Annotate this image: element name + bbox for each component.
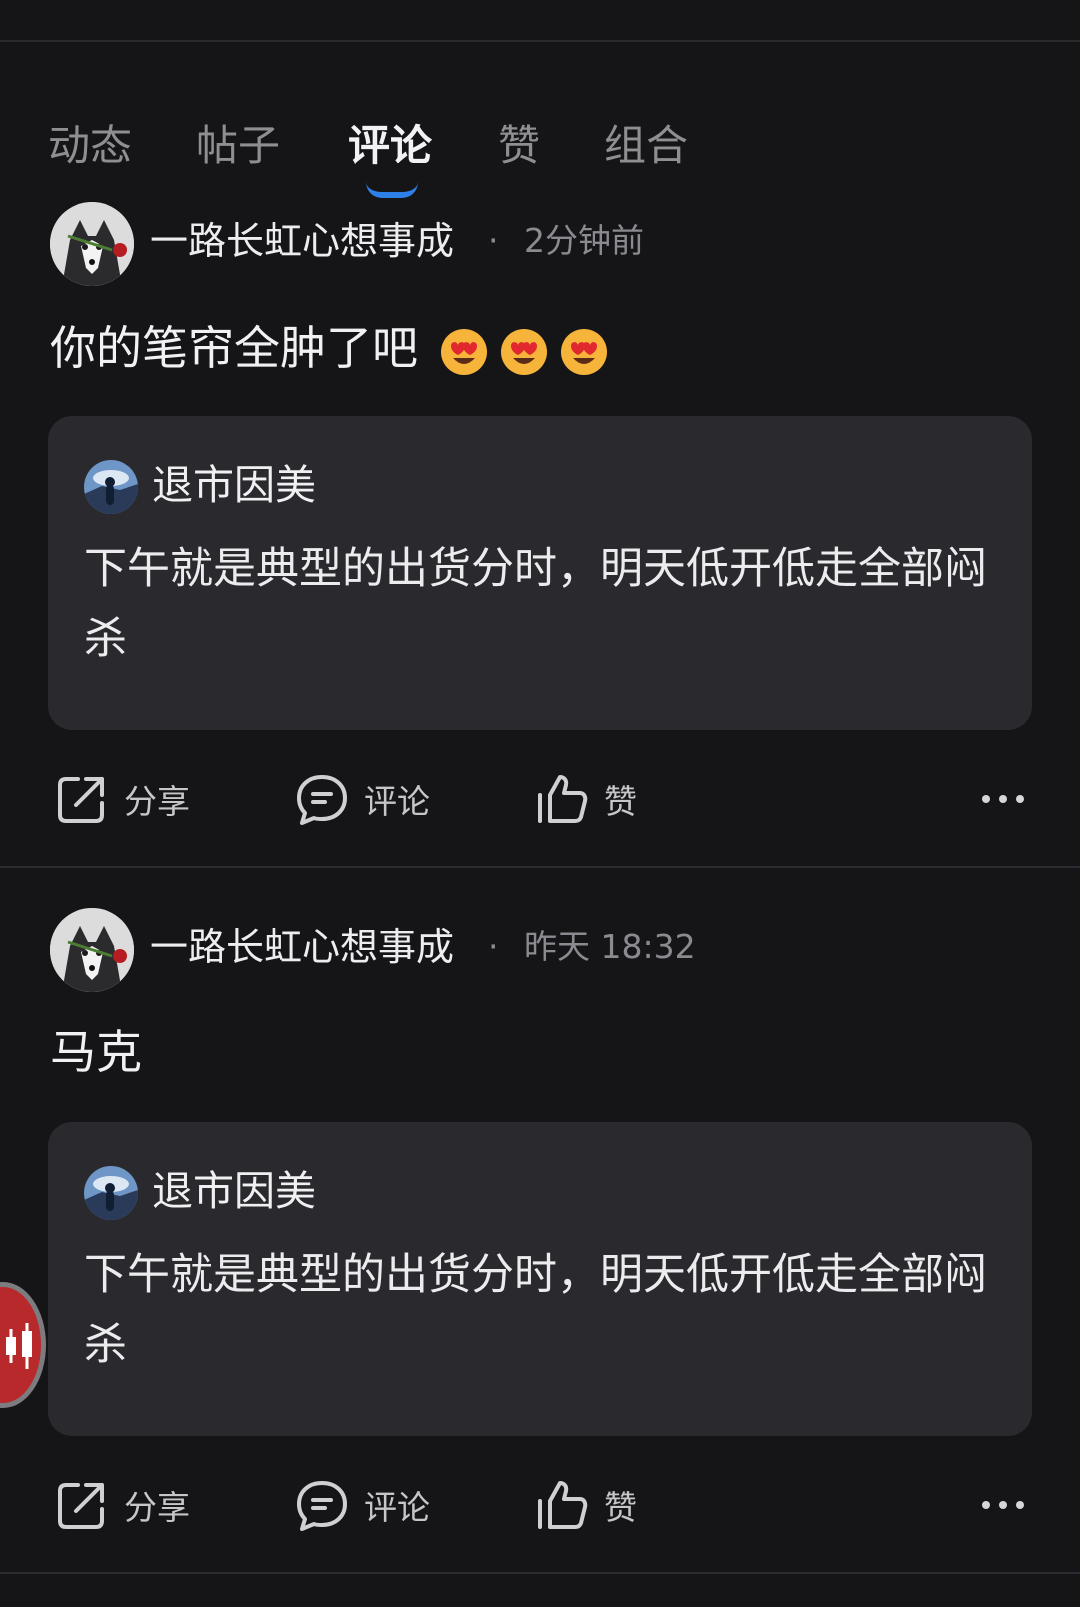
share-button[interactable]: 分享 — [54, 754, 190, 844]
like-button[interactable]: 赞 — [534, 1460, 637, 1550]
thumbs-up-icon — [538, 1481, 588, 1529]
more-icon-dot — [999, 795, 1007, 803]
tab-bar: 动态 帖子 评论 赞 组合 — [0, 44, 1080, 198]
tab-activity[interactable]: 动态 — [48, 116, 132, 176]
comment-label: 评论 — [364, 782, 430, 821]
like-label: 赞 — [604, 782, 637, 821]
share-icon — [58, 777, 104, 823]
avatar[interactable] — [50, 202, 134, 286]
more-icon-dot — [999, 1501, 1007, 1509]
action-bar: 分享 评论 赞 — [0, 1460, 1080, 1550]
more-icon-dot — [1016, 795, 1024, 803]
tab-comments[interactable]: 评论 — [348, 116, 432, 176]
tab-likes[interactable]: 赞 — [498, 116, 540, 176]
comment-icon — [297, 775, 347, 825]
comment-body: 你的笔帘全肿了吧 — [50, 321, 418, 375]
comment-label: 评论 — [364, 1488, 430, 1527]
quoted-avatar[interactable] — [84, 1166, 138, 1220]
tab-posts[interactable]: 帖子 — [196, 116, 280, 176]
quoted-text: 下午就是典型的出货分时，明天低开低走全部闷杀 — [84, 1250, 987, 1370]
timestamp: 昨天 18:32 — [524, 927, 696, 966]
divider — [0, 866, 1080, 868]
share-label: 分享 — [124, 782, 190, 821]
top-bar — [0, 0, 1080, 42]
candlestick-icon — [6, 1323, 32, 1369]
share-icon — [58, 1483, 104, 1529]
emoji-group — [439, 327, 609, 377]
more-options-button[interactable] — [982, 754, 1024, 844]
like-button[interactable]: 赞 — [534, 754, 637, 844]
more-icon — [982, 795, 990, 803]
username[interactable]: 一路长虹心想事成 — [150, 920, 454, 974]
like-label: 赞 — [604, 1488, 637, 1527]
comment-button[interactable]: 评论 — [294, 1460, 430, 1550]
more-icon — [982, 1501, 990, 1509]
thumbs-up-icon — [538, 775, 588, 823]
quoted-post[interactable]: 退市因美 下午就是典型的出货分时，明天低开低走全部闷杀 — [48, 416, 1032, 730]
heart-eyes-emoji-icon — [560, 328, 607, 375]
quoted-avatar[interactable] — [84, 460, 138, 514]
meta-separator: · — [488, 221, 499, 260]
floating-candlestick-button[interactable] — [0, 1282, 46, 1408]
share-label: 分享 — [124, 1488, 190, 1527]
username[interactable]: 一路长虹心想事成 — [150, 214, 454, 268]
action-bar: 分享 评论 赞 — [0, 754, 1080, 844]
divider — [0, 1572, 1080, 1574]
more-icon-dot — [1016, 1501, 1024, 1509]
active-tab-indicator — [366, 182, 418, 198]
comment-icon — [297, 1481, 347, 1531]
comment-text: 马克 — [50, 1025, 142, 1079]
timestamp: 2分钟前 — [524, 221, 644, 260]
quoted-username: 退市因美 — [152, 1167, 316, 1215]
heart-eyes-emoji-icon — [440, 328, 487, 375]
tab-portfolio[interactable]: 组合 — [604, 116, 688, 176]
comment-button[interactable]: 评论 — [294, 754, 430, 844]
more-options-button[interactable] — [982, 1460, 1024, 1550]
quoted-text: 下午就是典型的出货分时，明天低开低走全部闷杀 — [84, 544, 987, 664]
meta-separator: · — [488, 927, 499, 966]
heart-eyes-emoji-icon — [500, 328, 547, 375]
avatar[interactable] — [50, 908, 134, 992]
quoted-post[interactable]: 退市因美 下午就是典型的出货分时，明天低开低走全部闷杀 — [48, 1122, 1032, 1436]
quoted-username: 退市因美 — [152, 461, 316, 509]
comment-text: 你的笔帘全肿了吧 — [50, 316, 609, 380]
share-button[interactable]: 分享 — [54, 1460, 190, 1550]
